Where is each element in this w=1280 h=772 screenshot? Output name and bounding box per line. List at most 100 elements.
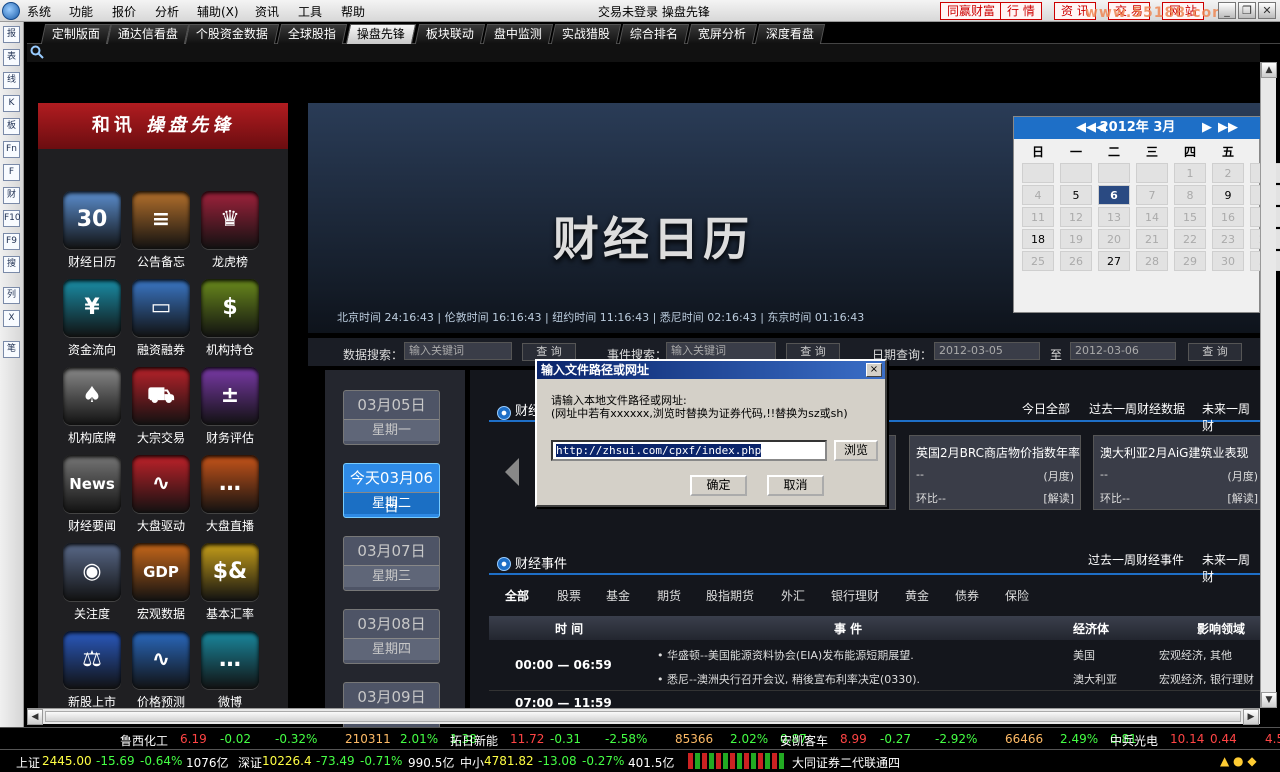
calendar-day[interactable]: 27 (1098, 251, 1130, 271)
calendar-day[interactable] (1136, 163, 1168, 183)
next-week-data-link[interactable]: 未来一周财 (1202, 400, 1260, 434)
quote-button[interactable]: 行 情 (1000, 2, 1042, 20)
line-chart-icon[interactable]: 线 (3, 72, 20, 89)
horizontal-scrollbar[interactable]: ◀ ▶ (27, 708, 1260, 725)
data-card[interactable]: 澳大利亚2月AiG建筑业表现 -- (月度) 环比-- [解读] (1093, 435, 1265, 510)
calendar-day[interactable]: 13 (1098, 207, 1130, 227)
next-year-icon[interactable]: ▶▶ (1218, 117, 1238, 139)
tab-rank[interactable]: 综合排名 (618, 24, 690, 44)
browse-button[interactable]: 浏览 (834, 440, 878, 461)
calendar-icon[interactable]: 30 (63, 191, 121, 249)
calendar-day[interactable]: 2 (1212, 163, 1244, 183)
calendar-day[interactable]: 14 (1136, 207, 1168, 227)
calendar-day[interactable]: 20 (1098, 229, 1130, 249)
chat-bubble-icon[interactable]: … (201, 455, 259, 513)
menu-help[interactable]: 帮助 (341, 3, 365, 20)
money-bag-icon[interactable]: $ (201, 279, 259, 337)
notepad-icon[interactable]: ≡ (132, 191, 190, 249)
fn-icon[interactable]: Fn (3, 141, 20, 158)
minimize-icon[interactable]: _ (1218, 2, 1236, 19)
gdp-icon[interactable]: GDP (132, 543, 190, 601)
ok-button[interactable]: 确定 (690, 475, 747, 496)
filter-tab[interactable]: 股指期货 (706, 587, 754, 604)
pencil-icon[interactable]: 笔 (3, 341, 20, 358)
feature-label[interactable]: 财务评估 (185, 429, 275, 446)
tab-wide[interactable]: 宽屏分析 (686, 24, 758, 44)
tab-hunt[interactable]: 实战猎股 (550, 24, 622, 44)
calendar-day[interactable]: 18 (1022, 229, 1054, 249)
filter-tab[interactable]: 股票 (557, 587, 581, 604)
calendar-day[interactable]: 1 (1174, 163, 1206, 183)
date-query-button[interactable]: 查 询 (1188, 343, 1242, 361)
past-week-data-link[interactable]: 过去一周财经数据 (1089, 400, 1185, 417)
candlestick-icon[interactable]: K (3, 95, 20, 112)
ticker-name[interactable]: 中兵光电 (1110, 732, 1158, 749)
prev-arrow-icon[interactable] (505, 458, 519, 486)
filter-tab[interactable]: 银行理财 (831, 587, 879, 604)
url-input[interactable]: http://zhsui.com/cpxf/index.php (551, 440, 827, 461)
cart-icon[interactable]: ⛟ (132, 367, 190, 425)
date-from-input[interactable]: 2012-03-05 (934, 342, 1040, 360)
ticker-name[interactable]: 鲁西化工 (120, 732, 168, 749)
f10-icon[interactable]: F10 (3, 210, 21, 227)
f-icon[interactable]: F (3, 164, 20, 181)
event-search-input[interactable]: 输入关键词 (666, 342, 776, 360)
calendar-day[interactable]: 28 (1136, 251, 1168, 271)
filter-tab[interactable]: 债券 (955, 587, 979, 604)
calendar-day[interactable]: 19 (1060, 229, 1092, 249)
crown-icon[interactable]: ♛ (201, 191, 259, 249)
calendar-day[interactable]: 21 (1136, 229, 1168, 249)
price-wave-icon[interactable]: ∿ (132, 631, 190, 689)
scroll-down-icon[interactable]: ▼ (1261, 692, 1277, 708)
tab-sector[interactable]: 板块联动 (414, 24, 486, 44)
filter-tab[interactable]: 基金 (606, 587, 630, 604)
sector-icon[interactable]: 板 (3, 118, 20, 135)
vertical-scrollbar[interactable]: ▲ ▼ (1260, 62, 1277, 708)
calendar-day[interactable]: 23 (1212, 229, 1244, 249)
feature-label[interactable]: 大盘直播 (185, 517, 275, 534)
gavel-icon[interactable]: ⚖ (63, 631, 121, 689)
prev-year-icon[interactable]: ◀◀ (1076, 117, 1096, 139)
feature-label[interactable]: 基本汇率 (185, 605, 275, 622)
calendar-day[interactable]: 4 (1022, 185, 1054, 205)
calendar-day[interactable]: 8 (1174, 185, 1206, 205)
filter-tab[interactable]: 外汇 (781, 587, 805, 604)
calendar-day[interactable]: 26 (1060, 251, 1092, 271)
date-to-input[interactable]: 2012-03-06 (1070, 342, 1176, 360)
list-icon[interactable]: 列 (3, 287, 20, 304)
restore-icon[interactable]: ❐ (1238, 2, 1256, 19)
today-all-link[interactable]: 今日全部 (1022, 400, 1070, 417)
calendar-day[interactable]: 29 (1174, 251, 1206, 271)
credit-card-icon[interactable]: ▭ (132, 279, 190, 337)
menu-assist[interactable]: 辅助(X) (197, 3, 239, 20)
prev-month-icon[interactable]: ◀ (1096, 117, 1106, 139)
menu-system[interactable]: 系统 (27, 3, 51, 20)
filter-tab[interactable]: 黄金 (905, 587, 929, 604)
menu-function[interactable]: 功能 (69, 3, 93, 20)
ticker-name[interactable]: 拓日新能 (450, 732, 498, 749)
weibo-bubble-icon[interactable]: … (201, 631, 259, 689)
finance-icon[interactable]: 财 (3, 187, 20, 204)
pulse-icon[interactable]: ∿ (132, 455, 190, 513)
date-button[interactable]: 今天03月06日星期二 (343, 463, 440, 518)
tab-global-index[interactable]: 全球股指 (276, 24, 348, 44)
calendar-day[interactable]: 11 (1022, 207, 1054, 227)
calculator-icon[interactable]: ± (201, 367, 259, 425)
tab-caopan[interactable]: 操盘先锋 (345, 24, 417, 44)
past-week-events-link[interactable]: 过去一周财经事件 (1088, 551, 1184, 568)
calendar-day[interactable]: 12 (1060, 207, 1092, 227)
search-icon[interactable] (30, 45, 44, 59)
calendar-day[interactable]: 6 (1098, 185, 1130, 205)
next-month-icon[interactable]: ▶ (1202, 117, 1212, 139)
menu-analysis[interactable]: 分析 (155, 3, 179, 20)
data-card[interactable]: 英国2月BRC商店物价指数年率 -- (月度) 环比-- [解读] (909, 435, 1081, 510)
x-icon[interactable]: X (3, 310, 20, 327)
cancel-button[interactable]: 取消 (767, 475, 824, 496)
tab-deep[interactable]: 深度看盘 (754, 24, 826, 44)
scroll-thumb[interactable] (45, 711, 1241, 722)
eye-icon[interactable]: ◉ (63, 543, 121, 601)
tongying-button[interactable]: 同赢财富 (940, 2, 1003, 20)
menu-quote[interactable]: 报价 (112, 3, 136, 20)
menu-info[interactable]: 资讯 (255, 3, 279, 20)
table-icon[interactable]: 表 (3, 49, 20, 66)
